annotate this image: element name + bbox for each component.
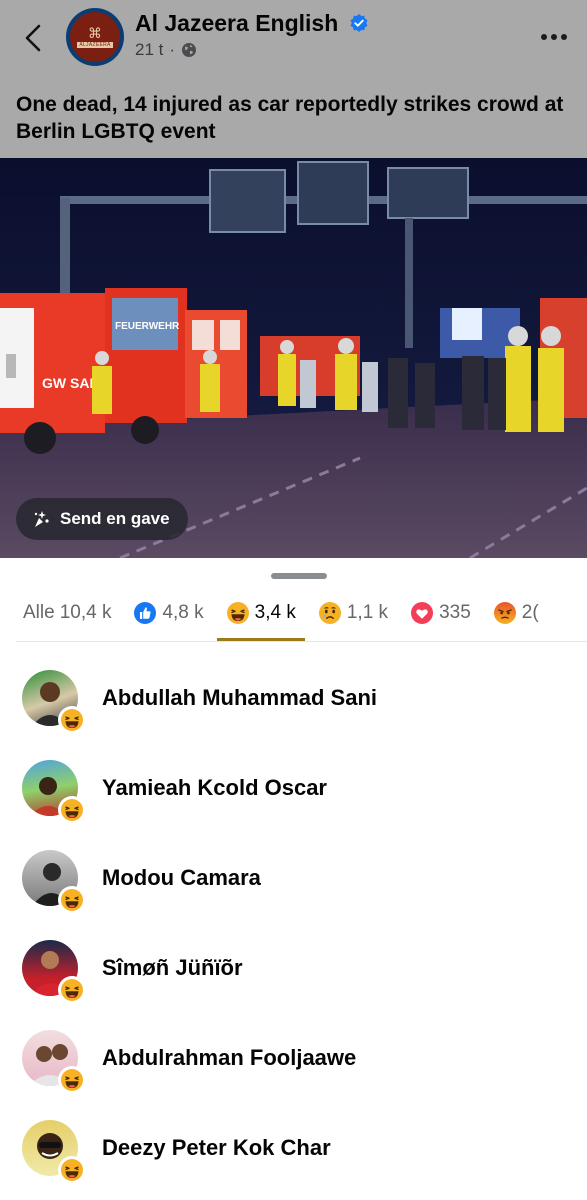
reactor-row[interactable]: Abdullah Muhammad Sani (0, 653, 587, 743)
aljazeera-logo-icon: ⌘ (88, 25, 102, 41)
tab-angry-count: 2( (521, 602, 539, 623)
avatar[interactable] (22, 1030, 86, 1094)
haha-emoji-icon (60, 798, 84, 822)
tab-haha-count: 3,4 k (254, 602, 296, 623)
send-gift-label: Send en gave (60, 509, 170, 528)
truck-label-text: GW SAN (42, 375, 100, 391)
back-button[interactable] (18, 20, 48, 56)
tab-all[interactable]: Alle 10,4 k (0, 587, 122, 639)
tab-haha[interactable]: 3,4 k (215, 587, 307, 641)
gift-sparkle-icon (34, 511, 49, 527)
reactor-name[interactable]: Sîmøñ Jüñïõr (102, 955, 243, 981)
angry-emoji-icon (493, 602, 516, 624)
reactor-row[interactable]: Sîmøñ Jüñïõr (0, 923, 587, 1013)
haha-emoji-icon (60, 888, 84, 912)
reactor-list: Abdullah Muhammad Sani Yamieah Kcold Osc… (0, 653, 587, 1193)
tab-all-label: Alle (23, 602, 55, 623)
reactor-name[interactable]: Modou Camara (102, 865, 261, 891)
reactor-row[interactable]: Yamieah Kcold Oscar (0, 743, 587, 833)
reactor-row[interactable]: Abdulrahman Fooljaawe (0, 1013, 587, 1103)
sheet-grabber[interactable] (271, 573, 327, 579)
sad-emoji-icon (318, 602, 341, 624)
post-header: ⌘ ALJAZEERA Al Jazeera English 21 t · On… (0, 0, 587, 158)
chevron-left-icon (25, 24, 41, 52)
avatar-logo-text: ALJAZEERA (77, 42, 113, 48)
haha-emoji-icon (60, 1158, 84, 1182)
tab-love-count: 335 (439, 602, 471, 623)
avatar[interactable] (22, 940, 86, 1004)
reactor-row[interactable]: Modou Camara (0, 833, 587, 923)
post-meta: 21 t · (135, 40, 197, 60)
truck-banner-text: FEUERWEHR (115, 321, 180, 332)
tab-like-count: 4,8 k (162, 602, 204, 623)
tab-like[interactable]: 4,8 k (122, 587, 214, 639)
avatar[interactable] (22, 850, 86, 914)
reactor-row[interactable]: Deezy Peter Kok Char (0, 1103, 587, 1193)
send-gift-button[interactable]: Send en gave (16, 498, 188, 540)
haha-emoji-icon (226, 601, 250, 625)
globe-icon (182, 43, 197, 57)
reactor-name[interactable]: Yamieah Kcold Oscar (102, 775, 327, 801)
like-icon (134, 602, 157, 624)
meta-separator: · (169, 40, 176, 59)
page-avatar[interactable]: ⌘ ALJAZEERA (66, 8, 124, 66)
tab-sad-count: 1,1 k (346, 602, 389, 623)
reaction-tabs: Alle 10,4 k 4,8 k 3,4 k 1,1 k 335 2( (0, 587, 587, 641)
haha-emoji-icon (60, 978, 84, 1002)
reactor-name[interactable]: Deezy Peter Kok Char (102, 1135, 331, 1161)
tab-all-count: 10,4 k (59, 602, 112, 623)
post-text: One dead, 14 injured as car reportedly s… (16, 93, 564, 143)
tab-angry[interactable]: 2( (482, 587, 550, 639)
verified-badge-icon (350, 14, 368, 32)
tab-sad[interactable]: 1,1 k (307, 587, 399, 639)
avatar[interactable] (22, 760, 86, 824)
reactor-name[interactable]: Abdulrahman Fooljaawe (102, 1045, 356, 1071)
love-icon (411, 602, 434, 624)
post-time[interactable]: 21 t (135, 40, 163, 60)
avatar[interactable] (22, 670, 86, 734)
reactor-name[interactable]: Abdullah Muhammad Sani (102, 685, 377, 711)
avatar[interactable] (22, 1120, 86, 1184)
more-options-button[interactable] (537, 22, 571, 52)
tabs-divider (16, 641, 587, 642)
haha-emoji-icon (60, 708, 84, 732)
more-dots-icon (541, 34, 567, 40)
tab-love[interactable]: 335 (399, 587, 482, 639)
page-name[interactable]: Al Jazeera English (135, 10, 369, 37)
haha-emoji-icon (60, 1068, 84, 1092)
page-name-text[interactable]: Al Jazeera English (135, 10, 338, 36)
reactions-sheet: Alle 10,4 k 4,8 k 3,4 k 1,1 k 335 2(Abd… (0, 563, 587, 1200)
